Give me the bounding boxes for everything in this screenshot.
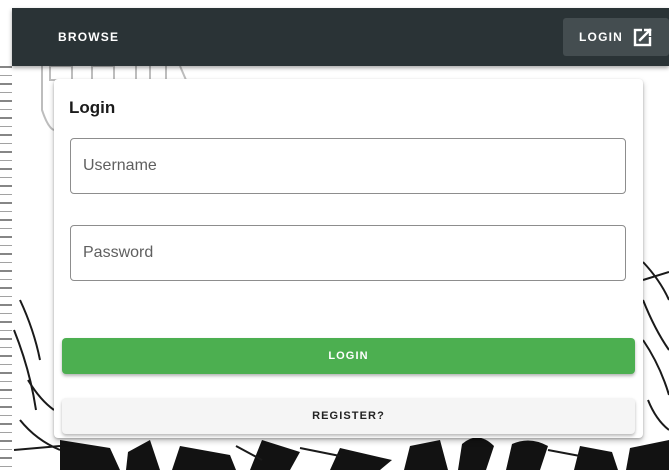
password-input[interactable] bbox=[71, 226, 625, 280]
username-input[interactable] bbox=[71, 139, 625, 193]
login-nav-label: LOGIN bbox=[579, 30, 623, 44]
app-bar: BROWSE LOGIN bbox=[12, 8, 669, 66]
username-field[interactable] bbox=[70, 138, 626, 194]
register-button-label: REGISTER? bbox=[312, 410, 385, 422]
login-card: Login LOGIN REGISTER? bbox=[54, 79, 643, 438]
register-button[interactable]: REGISTER? bbox=[62, 398, 635, 434]
open-in-new-icon bbox=[633, 27, 653, 47]
login-nav-button[interactable]: LOGIN bbox=[563, 18, 669, 56]
login-button[interactable]: LOGIN bbox=[62, 338, 635, 374]
login-title: Login bbox=[69, 98, 116, 117]
password-field[interactable] bbox=[70, 225, 626, 281]
login-button-label: LOGIN bbox=[328, 350, 369, 362]
browse-link[interactable]: BROWSE bbox=[58, 30, 119, 44]
